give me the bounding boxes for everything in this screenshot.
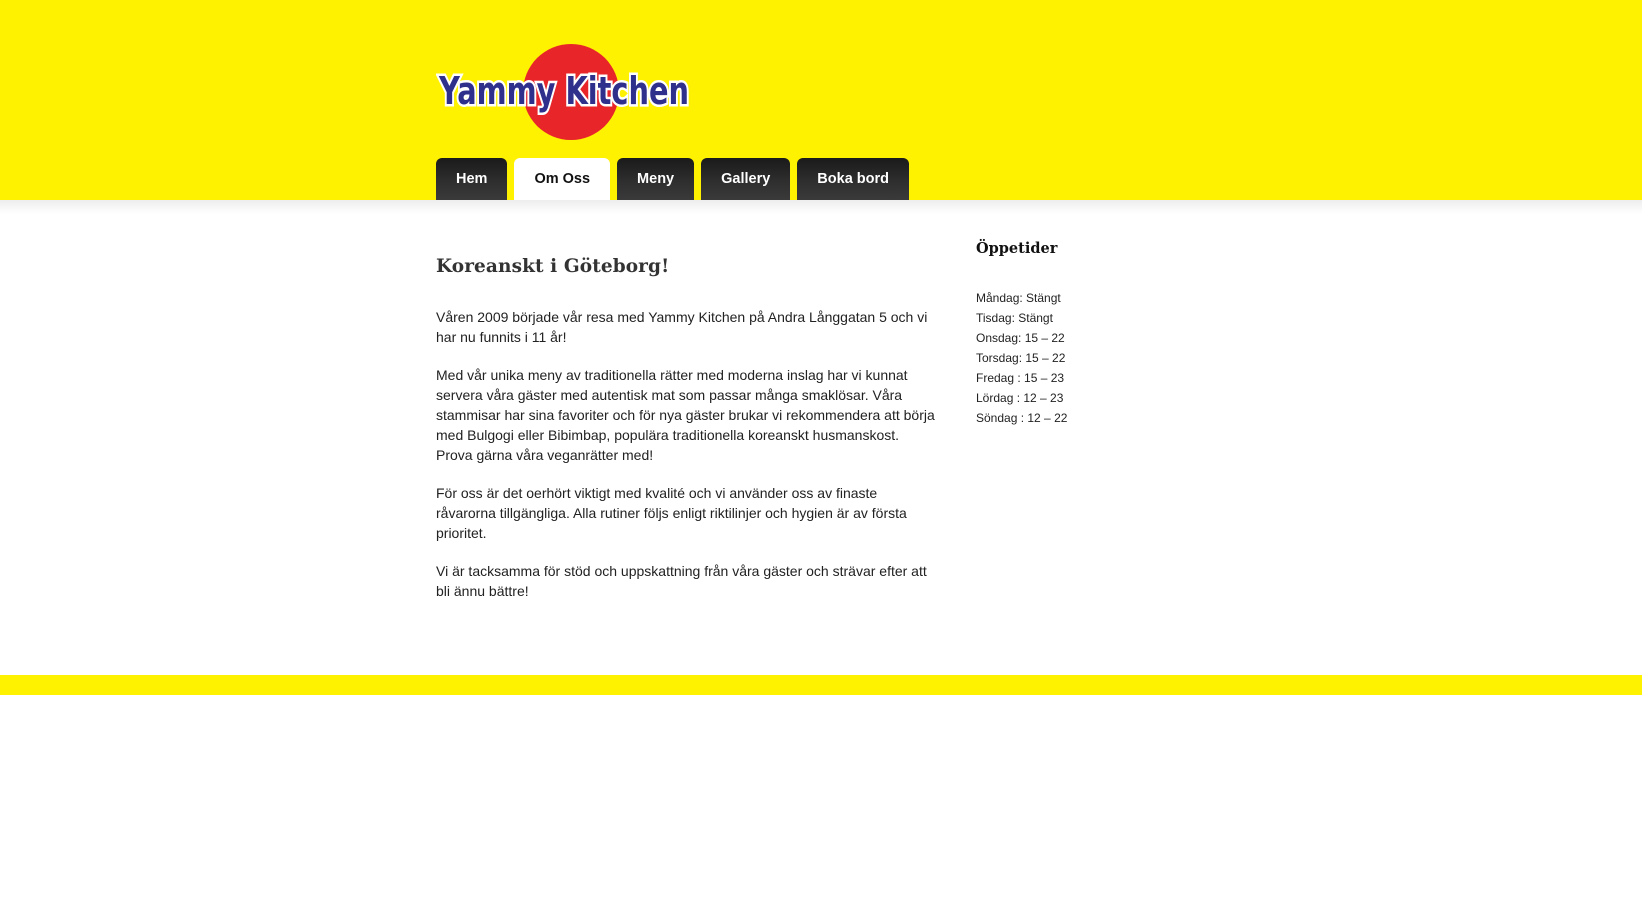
paragraph: Vi är tacksamma för stöd och uppskattnin… — [436, 563, 927, 599]
hours-item: Torsdag: 15 – 22 — [976, 351, 1066, 365]
site-header: Yammy Kitchen Hem Om Oss Meny Gallery Bo… — [0, 0, 1642, 200]
nav-tab-meny[interactable]: Meny — [617, 158, 695, 200]
paragraph: Våren 2009 började vår resa med Yammy Ki… — [436, 309, 928, 345]
hours-item: Söndag : 12 – 22 — [976, 411, 1068, 425]
nav-tab-gallery[interactable]: Gallery — [701, 158, 791, 200]
logo-graphic: Yammy Kitchen — [436, 44, 692, 140]
paragraph: För oss är det oerhört viktigt med kvali… — [436, 485, 907, 541]
page-title: Koreanskt i Göteborg! — [436, 256, 670, 277]
nav-tab-boka-bord[interactable]: Boka bord — [797, 158, 909, 200]
logo-text: Yammy Kitchen — [438, 69, 689, 113]
hours-item: Onsdag: 15 – 22 — [976, 331, 1065, 345]
footer-band — [0, 675, 1642, 695]
hours-item: Fredag : 15 – 23 — [976, 371, 1065, 385]
sidebar-title: Öppetider — [976, 240, 1058, 257]
hours-item: Måndag: Stängt — [976, 291, 1061, 305]
opening-hours-list: Måndag: Stängt Tisdag: Stängt Onsdag: 15… — [976, 288, 1196, 428]
hours-item: Tisdag: Stängt — [976, 311, 1053, 325]
paragraph: Med vår unika meny av traditionella rätt… — [436, 367, 935, 463]
main-navigation: Hem Om Oss Meny Gallery Boka bord — [436, 158, 909, 200]
header-shadow — [0, 200, 1642, 214]
article-body: Våren 2009 började vår resa med Yammy Ki… — [436, 307, 936, 601]
site-logo[interactable]: Yammy Kitchen — [436, 44, 692, 142]
main-content: Koreanskt i Göteborg! Våren 2009 började… — [436, 256, 936, 619]
nav-tab-om-oss[interactable]: Om Oss — [514, 158, 611, 200]
opening-hours-sidebar: Öppetider Måndag: Stängt Tisdag: Stängt … — [976, 240, 1196, 428]
hours-item: Lördag : 12 – 23 — [976, 391, 1064, 405]
nav-tab-hem[interactable]: Hem — [436, 158, 508, 200]
